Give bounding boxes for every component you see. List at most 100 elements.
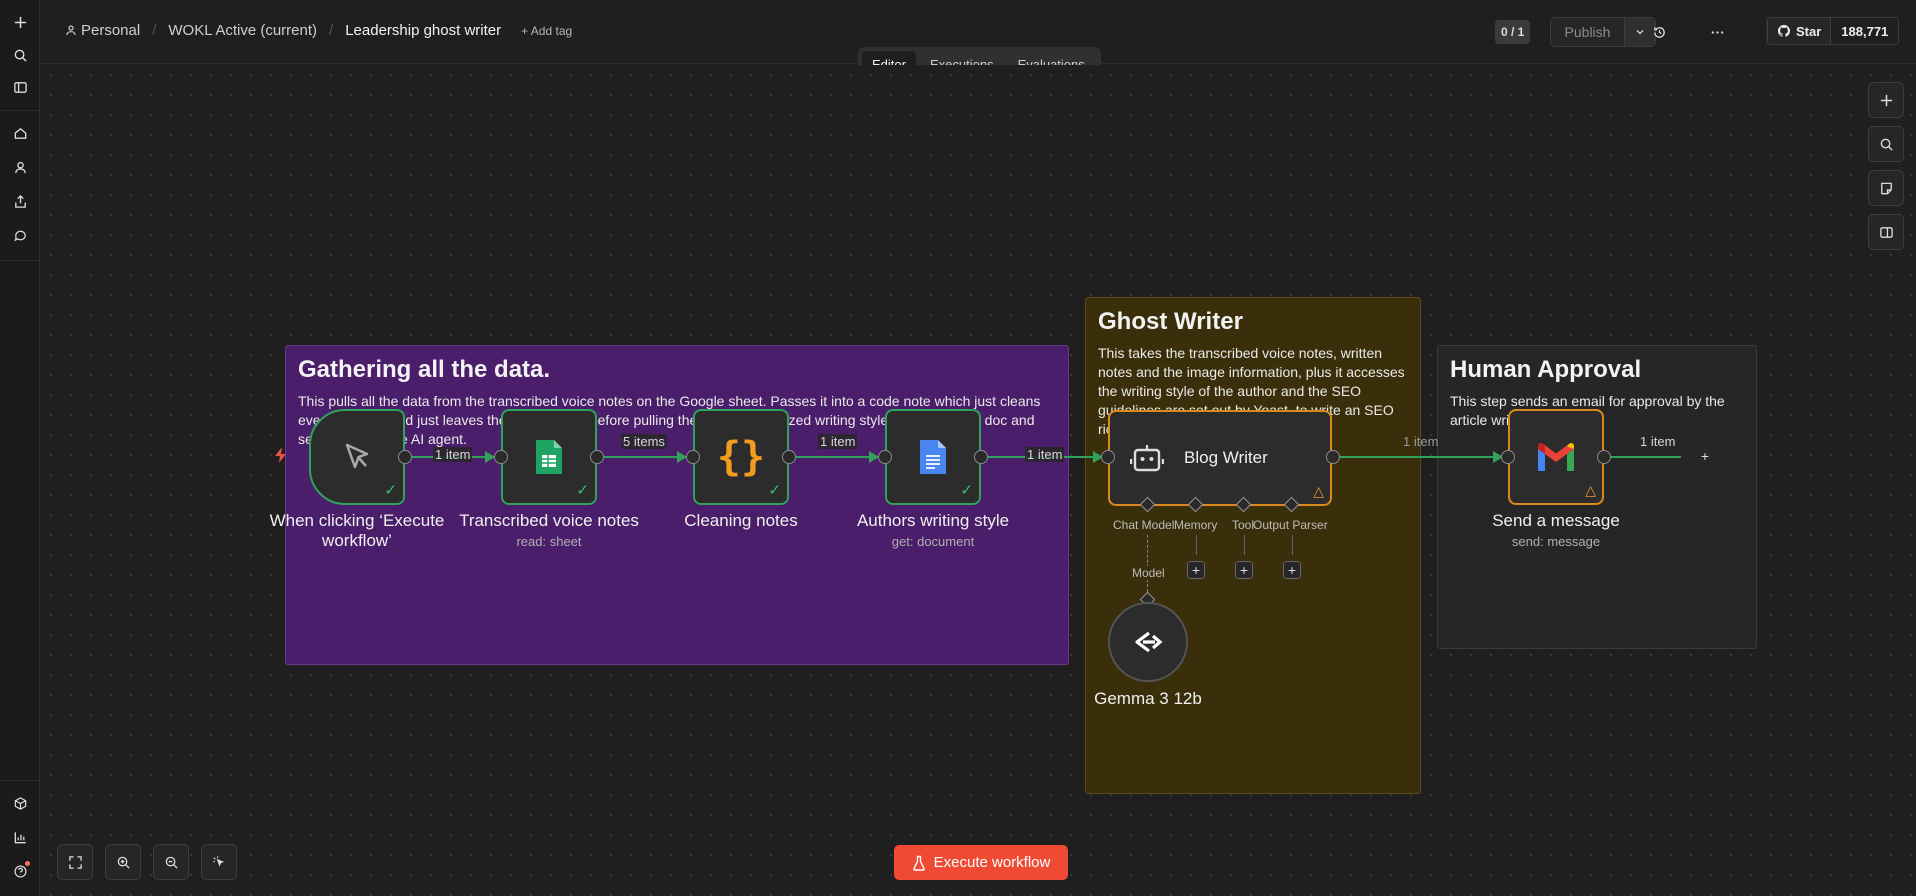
breadcrumb-project[interactable]: Personal — [65, 22, 140, 39]
code-braces-icon: {} — [716, 434, 766, 480]
github-icon — [1777, 24, 1791, 37]
node-manual-trigger[interactable]: ✓ — [309, 409, 405, 505]
add-tag-button[interactable]: + Add tag — [521, 24, 572, 38]
search-icon — [1880, 138, 1893, 151]
node-google-sheets[interactable]: ✓ — [501, 409, 597, 505]
robot-icon — [1130, 445, 1164, 472]
fit-view-button[interactable] — [57, 844, 93, 880]
github-star-label: Star — [1796, 23, 1822, 39]
model-provider-icon — [1135, 631, 1163, 653]
port-label: Chat Model — [1113, 518, 1175, 532]
input-port[interactable] — [878, 450, 892, 464]
zoom-out-button[interactable] — [153, 844, 189, 880]
breadcrumb-project-label: Personal — [81, 22, 141, 39]
github-star-button[interactable]: Star — [1768, 18, 1832, 44]
lightning-icon — [273, 446, 289, 469]
connection-label: 5 items — [621, 434, 667, 449]
add-node-icon[interactable]: + — [1696, 447, 1714, 465]
share-icon[interactable] — [8, 189, 32, 213]
add-tool-button[interactable]: + — [1235, 561, 1253, 579]
breadcrumb: Personal / WOKL Active (current) / Leade… — [65, 22, 572, 39]
sticky-title: Gathering all the data. — [298, 356, 551, 383]
port-line — [1292, 535, 1293, 555]
add-node-button[interactable] — [1868, 82, 1904, 118]
toggle-panel-button[interactable] — [1868, 214, 1904, 250]
output-port[interactable] — [782, 450, 796, 464]
workflow-canvas[interactable]: Gathering all the data. This pulls all t… — [41, 65, 1916, 896]
rail-divider — [0, 780, 40, 781]
templates-icon[interactable] — [8, 791, 32, 815]
panel-icon — [1879, 226, 1893, 238]
notification-dot — [25, 861, 30, 866]
breadcrumb-folder[interactable]: WOKL Active (current) — [168, 22, 317, 39]
output-port[interactable] — [590, 450, 604, 464]
connection-line[interactable] — [1605, 456, 1681, 458]
node-ai-agent[interactable]: Blog Writer △ — [1108, 410, 1332, 506]
publish-button-group: Publish — [1550, 17, 1656, 47]
input-port[interactable] — [494, 450, 508, 464]
person-icon — [66, 25, 76, 36]
add-output-parser-button[interactable]: + — [1283, 561, 1301, 579]
node-subtitle: send: message — [1511, 534, 1601, 549]
zoom-out-icon — [165, 856, 178, 869]
node-label: Authors writing style — [856, 511, 1010, 530]
input-port[interactable] — [1501, 450, 1515, 464]
publish-button[interactable]: Publish — [1551, 18, 1625, 46]
node-gmail[interactable]: △ — [1508, 409, 1604, 505]
chevron-down-icon — [1636, 30, 1644, 35]
node-code[interactable]: {} ✓ — [693, 409, 789, 505]
input-port[interactable] — [1101, 450, 1115, 464]
add-memory-button[interactable]: + — [1187, 561, 1205, 579]
node-subtitle: read: sheet — [516, 534, 582, 549]
warning-icon: △ — [1313, 483, 1324, 499]
sticky-note-ghost-writer[interactable]: Ghost Writer This takes the transcribed … — [1085, 297, 1421, 794]
breadcrumb-separator: / — [329, 22, 334, 39]
panel-toggle-icon[interactable] — [8, 75, 32, 99]
node-chat-model[interactable] — [1108, 602, 1188, 682]
output-port[interactable] — [1326, 450, 1340, 464]
connection-label: 1 item — [1640, 434, 1676, 449]
insights-icon[interactable] — [8, 825, 32, 849]
port-label: Memory — [1174, 518, 1218, 532]
node-label: Send a message — [1492, 511, 1620, 530]
output-port[interactable] — [1597, 450, 1611, 464]
node-label: Cleaning notes — [684, 511, 798, 530]
home-icon[interactable] — [8, 121, 32, 145]
github-star-widget[interactable]: Star 188,771 — [1767, 17, 1900, 45]
history-icon[interactable] — [1649, 22, 1669, 42]
execute-workflow-button[interactable]: Execute workflow — [894, 845, 1068, 880]
output-port[interactable] — [974, 450, 988, 464]
execute-workflow-label: Execute workflow — [933, 854, 1051, 871]
github-star-count: 188,771 — [1831, 18, 1899, 44]
fit-view-icon — [68, 855, 82, 869]
tidy-up-button[interactable] — [201, 844, 237, 880]
sticky-title: Human Approval — [1450, 356, 1642, 383]
node-label: Transcribed voice notes — [459, 511, 639, 530]
output-port[interactable] — [398, 450, 412, 464]
port-label: Tool — [1232, 518, 1255, 532]
add-icon[interactable] — [8, 10, 32, 34]
search-nodes-button[interactable] — [1868, 126, 1904, 162]
sticky-note-icon — [1880, 182, 1892, 194]
user-icon[interactable] — [8, 155, 32, 179]
port-line — [1244, 535, 1245, 555]
more-options-icon[interactable] — [1707, 22, 1727, 42]
flask-icon — [912, 855, 925, 871]
model-connection-label: Model — [1130, 566, 1167, 580]
input-port[interactable] — [686, 450, 700, 464]
add-sticky-button[interactable] — [1868, 170, 1904, 206]
zoom-in-button[interactable] — [105, 844, 141, 880]
workflow-name[interactable]: Leadership ghost writer — [345, 22, 501, 39]
node-google-docs[interactable]: ✓ — [885, 409, 981, 505]
sticky-note-gathering[interactable]: Gathering all the data. This pulls all t… — [285, 345, 1069, 665]
search-icon[interactable] — [8, 43, 32, 67]
rail-divider — [0, 260, 40, 261]
success-check-icon: ✓ — [768, 482, 781, 499]
warning-icon: △ — [1585, 482, 1596, 498]
node-label: When clicking ‘Execute workflow’ — [269, 511, 445, 550]
success-check-icon: ✓ — [576, 482, 589, 499]
version-counter: 0 / 1 — [1495, 20, 1531, 44]
help-icon[interactable] — [8, 859, 32, 883]
node-label: Blog Writer — [1184, 448, 1268, 467]
chat-icon[interactable] — [8, 223, 32, 247]
